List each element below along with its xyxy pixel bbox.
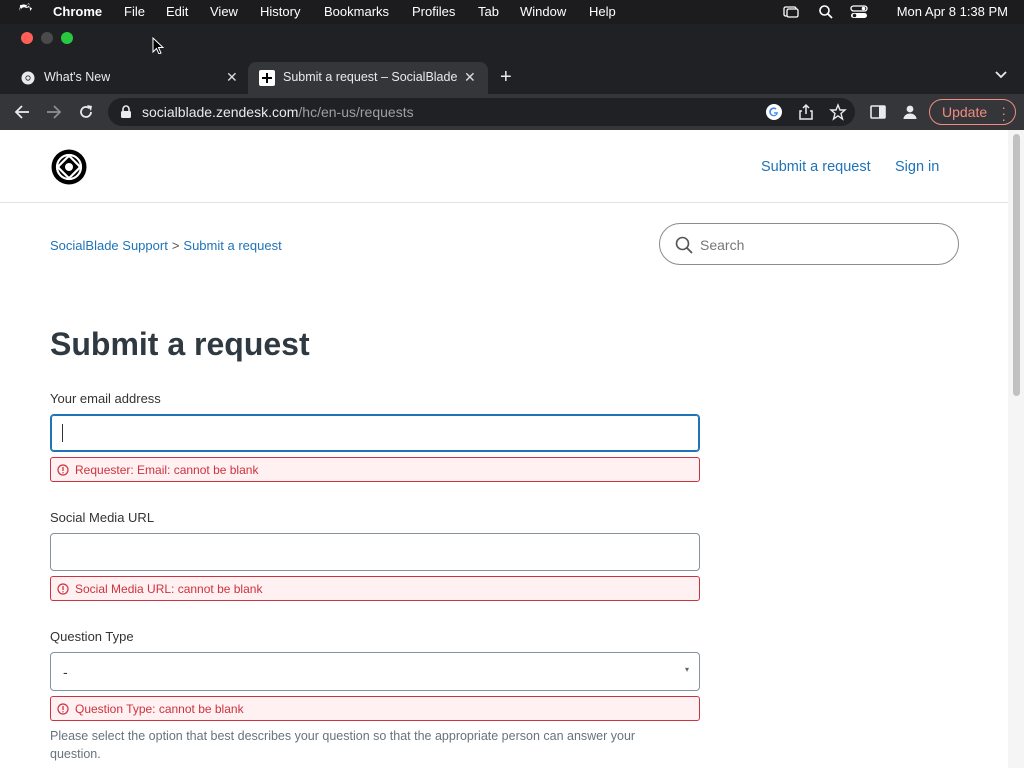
social-url-field[interactable] <box>50 533 700 571</box>
screen-mirroring-icon[interactable] <box>782 4 800 20</box>
more-vert-icon[interactable]: · · · <box>1001 100 1006 126</box>
google-icon[interactable] <box>765 103 783 121</box>
zendesk-logo-icon[interactable] <box>50 148 88 186</box>
breadcrumb-separator: > <box>171 238 180 253</box>
chevron-down-icon: ▾ <box>684 665 689 674</box>
menu-window[interactable]: Window <box>520 4 566 19</box>
menu-chrome[interactable]: Chrome <box>53 4 102 19</box>
text-caret <box>62 424 63 442</box>
breadcrumb: SocialBlade Support > Submit a request <box>50 238 282 253</box>
search-placeholder: Search <box>700 237 745 253</box>
back-arrow-icon[interactable] <box>13 103 31 121</box>
menu-bookmarks[interactable]: Bookmarks <box>324 4 389 19</box>
error-alert-icon <box>57 583 69 595</box>
url-domain: socialblade.zendesk.com <box>142 104 299 120</box>
url-path: /hc/en-us/requests <box>298 104 414 120</box>
question-type-value: - <box>63 664 68 680</box>
question-type-error-text: Question Type: cannot be blank <box>75 701 244 716</box>
email-error-text: Requester: Email: cannot be blank <box>75 462 259 477</box>
menu-tab[interactable]: Tab <box>478 4 499 19</box>
macos-menu-bar: Chrome File Edit View History Bookmarks … <box>0 0 1024 24</box>
zendesk-plus-icon <box>259 70 275 86</box>
email-label: Your email address <box>50 391 161 406</box>
site-header: Submit a request Sign in <box>0 130 1008 203</box>
social-url-error: Social Media URL: cannot be blank <box>50 576 700 601</box>
tab-submit-request[interactable]: Submit a request – SocialBlade ✕ <box>248 62 488 94</box>
close-window-button[interactable] <box>21 32 33 44</box>
page-content: Submit a request Sign in SocialBlade Sup… <box>0 130 1008 768</box>
scrollbar-thumb[interactable] <box>1013 134 1020 396</box>
minimize-window-button[interactable] <box>41 32 53 44</box>
update-label: Update <box>942 104 988 120</box>
header-sign-in-link[interactable]: Sign in <box>895 159 939 175</box>
email-field[interactable] <box>50 414 700 452</box>
menu-clock[interactable]: Mon Apr 8 1:38 PM <box>897 4 1008 19</box>
profile-icon[interactable] <box>901 103 919 121</box>
header-submit-request-link[interactable]: Submit a request <box>761 159 871 175</box>
control-center-icon[interactable] <box>850 4 868 20</box>
question-type-hint: Please select the option that best descr… <box>50 729 636 761</box>
social-url-label: Social Media URL <box>50 510 155 525</box>
menu-view[interactable]: View <box>210 4 238 19</box>
menu-file[interactable]: File <box>124 4 145 19</box>
spotlight-search-icon[interactable] <box>818 4 834 20</box>
bookmark-star-icon[interactable] <box>829 103 847 121</box>
side-panel-icon[interactable] <box>869 103 887 121</box>
question-type-error: Question Type: cannot be blank <box>50 696 700 721</box>
chrome-icon <box>21 71 35 85</box>
menu-edit[interactable]: Edit <box>166 4 188 19</box>
page-scrollbar[interactable] <box>1008 130 1024 768</box>
breadcrumb-home-link[interactable]: SocialBlade Support <box>50 238 168 253</box>
social-url-error-text: Social Media URL: cannot be blank <box>75 581 263 596</box>
tab-label: Submit a request – SocialBlade <box>283 70 457 84</box>
forward-arrow-icon[interactable] <box>45 103 63 121</box>
email-error: Requester: Email: cannot be blank <box>50 457 700 482</box>
menu-history[interactable]: History <box>260 4 300 19</box>
lock-icon[interactable] <box>120 105 132 119</box>
search-icon <box>675 236 693 254</box>
breadcrumb-current-link[interactable]: Submit a request <box>183 238 281 253</box>
tab-whats-new[interactable]: What's New ✕ <box>8 62 246 94</box>
new-tab-icon[interactable]: + <box>500 66 512 89</box>
reload-icon[interactable] <box>77 103 95 121</box>
search-input[interactable]: Search <box>659 223 959 265</box>
error-alert-icon <box>57 464 69 476</box>
close-tab-icon[interactable]: ✕ <box>464 69 476 86</box>
share-icon[interactable] <box>797 103 815 121</box>
menu-profiles[interactable]: Profiles <box>412 4 455 19</box>
menu-help[interactable]: Help <box>589 4 616 19</box>
url-text[interactable]: socialblade.zendesk.com/hc/en-us/request… <box>142 104 414 120</box>
error-alert-icon <box>57 703 69 715</box>
update-button[interactable]: Update · · · <box>929 99 1016 126</box>
chevron-down-icon[interactable] <box>994 70 1008 80</box>
tab-label: What's New <box>44 70 111 84</box>
zoom-window-button[interactable] <box>61 32 73 44</box>
close-tab-icon[interactable]: ✕ <box>226 69 238 86</box>
question-type-select[interactable]: - ▾ <box>50 652 700 691</box>
question-type-label: Question Type <box>50 629 134 644</box>
apple-icon[interactable] <box>19 3 33 19</box>
page-title: Submit a request <box>50 326 310 362</box>
